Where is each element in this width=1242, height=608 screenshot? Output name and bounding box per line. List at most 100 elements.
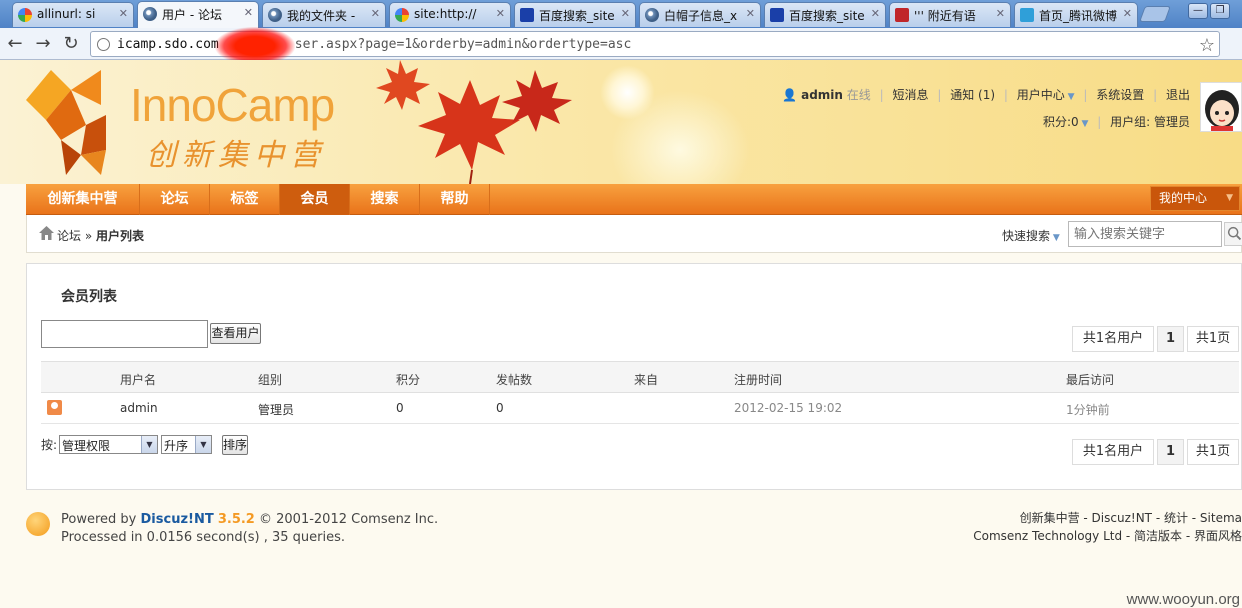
browser-tab[interactable]: 百度搜索_site ✕ (764, 2, 886, 27)
close-icon[interactable]: ✕ (1123, 7, 1132, 20)
sort-button[interactable]: 排序 (222, 435, 248, 455)
minimize-button[interactable]: — (1188, 3, 1208, 19)
globe-icon (268, 8, 282, 22)
close-icon[interactable]: ✕ (621, 7, 630, 20)
username-search-input[interactable] (41, 320, 208, 348)
sort-label: 按: (41, 438, 58, 452)
restore-button[interactable]: ❐ (1210, 3, 1230, 19)
cell-registered: 2012-02-15 19:02 (734, 401, 843, 415)
maple-leaves-decoration (376, 60, 572, 184)
close-icon[interactable]: ✕ (371, 7, 380, 20)
user-icon (47, 400, 62, 415)
username-link[interactable]: admin (801, 88, 843, 102)
avatar[interactable] (1200, 82, 1242, 132)
browser-toolbar: ← → ↻ icamp.sdo.com ser.aspx?page=1&order… (0, 28, 1242, 60)
close-icon[interactable]: ✕ (496, 7, 505, 20)
reload-icon[interactable]: ↻ (60, 33, 82, 55)
browser-tab[interactable]: ''' 附近有语 ✕ (889, 2, 1011, 27)
notifications-link[interactable]: 通知 (1) (950, 88, 995, 102)
pager-page-number-bottom[interactable]: 1 (1157, 439, 1184, 465)
close-icon[interactable]: ✕ (244, 6, 253, 19)
qq-icon (1020, 8, 1034, 22)
brand-subtitle: 创新集中营 (146, 138, 326, 173)
baidu-paw-icon (770, 8, 784, 22)
messages-link[interactable]: 短消息 (893, 88, 929, 102)
search-button[interactable] (1224, 222, 1242, 246)
home-icon[interactable] (39, 226, 54, 240)
user-links: 👤 admin 在线 | 短消息 | 通知 (1) | 用户中心 ▼ | 系统设… (782, 88, 1190, 102)
pager-page-number[interactable]: 1 (1157, 326, 1184, 352)
browser-tab[interactable]: 首页_腾讯微博 ✕ (1014, 2, 1138, 27)
browser-tab[interactable]: 我的文件夹 - ✕ (262, 2, 386, 27)
site-header: InnoCamp 创新集中营 👤 admin 在线 | 短消息 | 通知 (1)… (0, 60, 1242, 184)
logout-link[interactable]: 退出 (1166, 88, 1190, 102)
browser-tab[interactable]: 白帽子信息_x ✕ (639, 2, 761, 27)
cell-group: 管理员 (258, 403, 295, 417)
system-settings-link[interactable]: 系统设置 (1096, 88, 1144, 102)
browser-tab[interactable]: site:http://✕ (389, 2, 511, 27)
brand-title: InnoCamp (130, 79, 335, 131)
user-center-link[interactable]: 用户中心 (1017, 88, 1065, 102)
close-icon[interactable]: ✕ (871, 7, 880, 20)
watermark: www.wooyun.org (1126, 591, 1240, 608)
chevron-down-icon: ▼ (1226, 193, 1233, 203)
user-icon: 👤 (782, 88, 798, 102)
chevron-down-icon[interactable]: ▼ (1065, 92, 1075, 102)
new-tab-button[interactable] (1139, 6, 1171, 22)
pager-total-pages: 共1页 (1187, 326, 1239, 352)
view-user-button[interactable]: 查看用户 (210, 323, 261, 344)
cell-points: 0 (396, 401, 404, 415)
member-list-panel: 会员列表 查看用户 共1名用户 1 共1页 用户名 组别 积分 发帖数 来自 注… (26, 263, 1242, 490)
my-center-dropdown[interactable]: 我的中心 ▼ (1150, 186, 1240, 211)
cell-username[interactable]: admin (120, 401, 158, 415)
column-posts[interactable]: 发帖数 (496, 371, 532, 388)
back-arrow-icon[interactable]: ← (4, 33, 26, 55)
close-icon[interactable]: ✕ (996, 7, 1005, 20)
sort-order-select[interactable]: 升序 ▼ (161, 435, 212, 454)
browser-tab[interactable]: allinurl: si ✕ (12, 2, 134, 27)
points-link[interactable]: 积分:0 (1043, 115, 1079, 129)
innocamp-logo-icon (26, 70, 106, 175)
search-icon (1227, 226, 1242, 241)
sort-field-select[interactable]: 管理权限 ▼ (59, 435, 158, 454)
star-icon[interactable]: ☆ (1199, 35, 1215, 56)
footer-links-secondary[interactable]: Comsenz Technology Ltd - 简洁版本 - 界面风格 (973, 527, 1242, 544)
google-icon (395, 8, 409, 22)
nav-item-search[interactable]: 搜索 (350, 184, 420, 215)
quick-search-input[interactable] (1068, 221, 1222, 247)
nav-item-tags[interactable]: 标签 (210, 184, 280, 215)
cell-last-visit: 1分钟前 (1066, 403, 1110, 417)
browser-tab[interactable]: 百度搜索_site ✕ (514, 2, 636, 27)
column-last-visit[interactable]: 最后访问 (1066, 371, 1114, 388)
nav-item-forum[interactable]: 论坛 (140, 184, 210, 215)
column-from[interactable]: 来自 (634, 371, 658, 388)
online-status: 在线 (846, 88, 871, 102)
footer-links[interactable]: 创新集中营 - Discuz!NT - 统计 - Sitema (1020, 509, 1242, 526)
discuz-link[interactable]: Discuz!NT (141, 512, 214, 527)
nav-item-home[interactable]: 创新集中营 (26, 184, 140, 215)
breadcrumb-forum-link[interactable]: 论坛 (57, 229, 81, 243)
column-group[interactable]: 组别 (258, 371, 282, 388)
close-icon[interactable]: ✕ (746, 7, 755, 20)
table-header: 用户名 组别 积分 发帖数 来自 注册时间 最后访问 (41, 361, 1239, 393)
nav-item-help[interactable]: 帮助 (420, 184, 490, 215)
chevron-down-icon[interactable]: ▼ (1079, 119, 1089, 129)
nav-item-members[interactable]: 会员 (280, 184, 350, 215)
sun-glow (600, 65, 655, 120)
version-number: 3.5.2 (217, 512, 255, 527)
main-nav: 创新集中营 论坛 标签 会员 搜索 帮助 我的中心 ▼ (26, 184, 1242, 215)
forward-arrow-icon[interactable]: → (32, 33, 54, 55)
pager-total-users-bottom: 共1名用户 (1072, 439, 1154, 465)
url-text: icamp.sdo.com ser.aspx?page=1&orderby=adm… (117, 37, 632, 52)
browser-tab-active[interactable]: 用户 - 论坛 ✕ (137, 1, 259, 28)
close-icon[interactable]: ✕ (119, 7, 128, 20)
column-registered[interactable]: 注册时间 (734, 371, 782, 388)
column-username[interactable]: 用户名 (120, 371, 156, 388)
column-points[interactable]: 积分 (396, 371, 420, 388)
cell-posts: 0 (496, 401, 504, 415)
breadcrumb-path: 论坛 » 用户列表 (57, 229, 145, 243)
pager-total-users: 共1名用户 (1072, 326, 1154, 352)
quick-search-label[interactable]: 快速搜索 ▼ (1002, 227, 1060, 244)
chevron-down-icon: ▼ (141, 436, 157, 453)
user-stats: 积分:0 ▼ | 用户组: 管理员 (1042, 115, 1190, 129)
